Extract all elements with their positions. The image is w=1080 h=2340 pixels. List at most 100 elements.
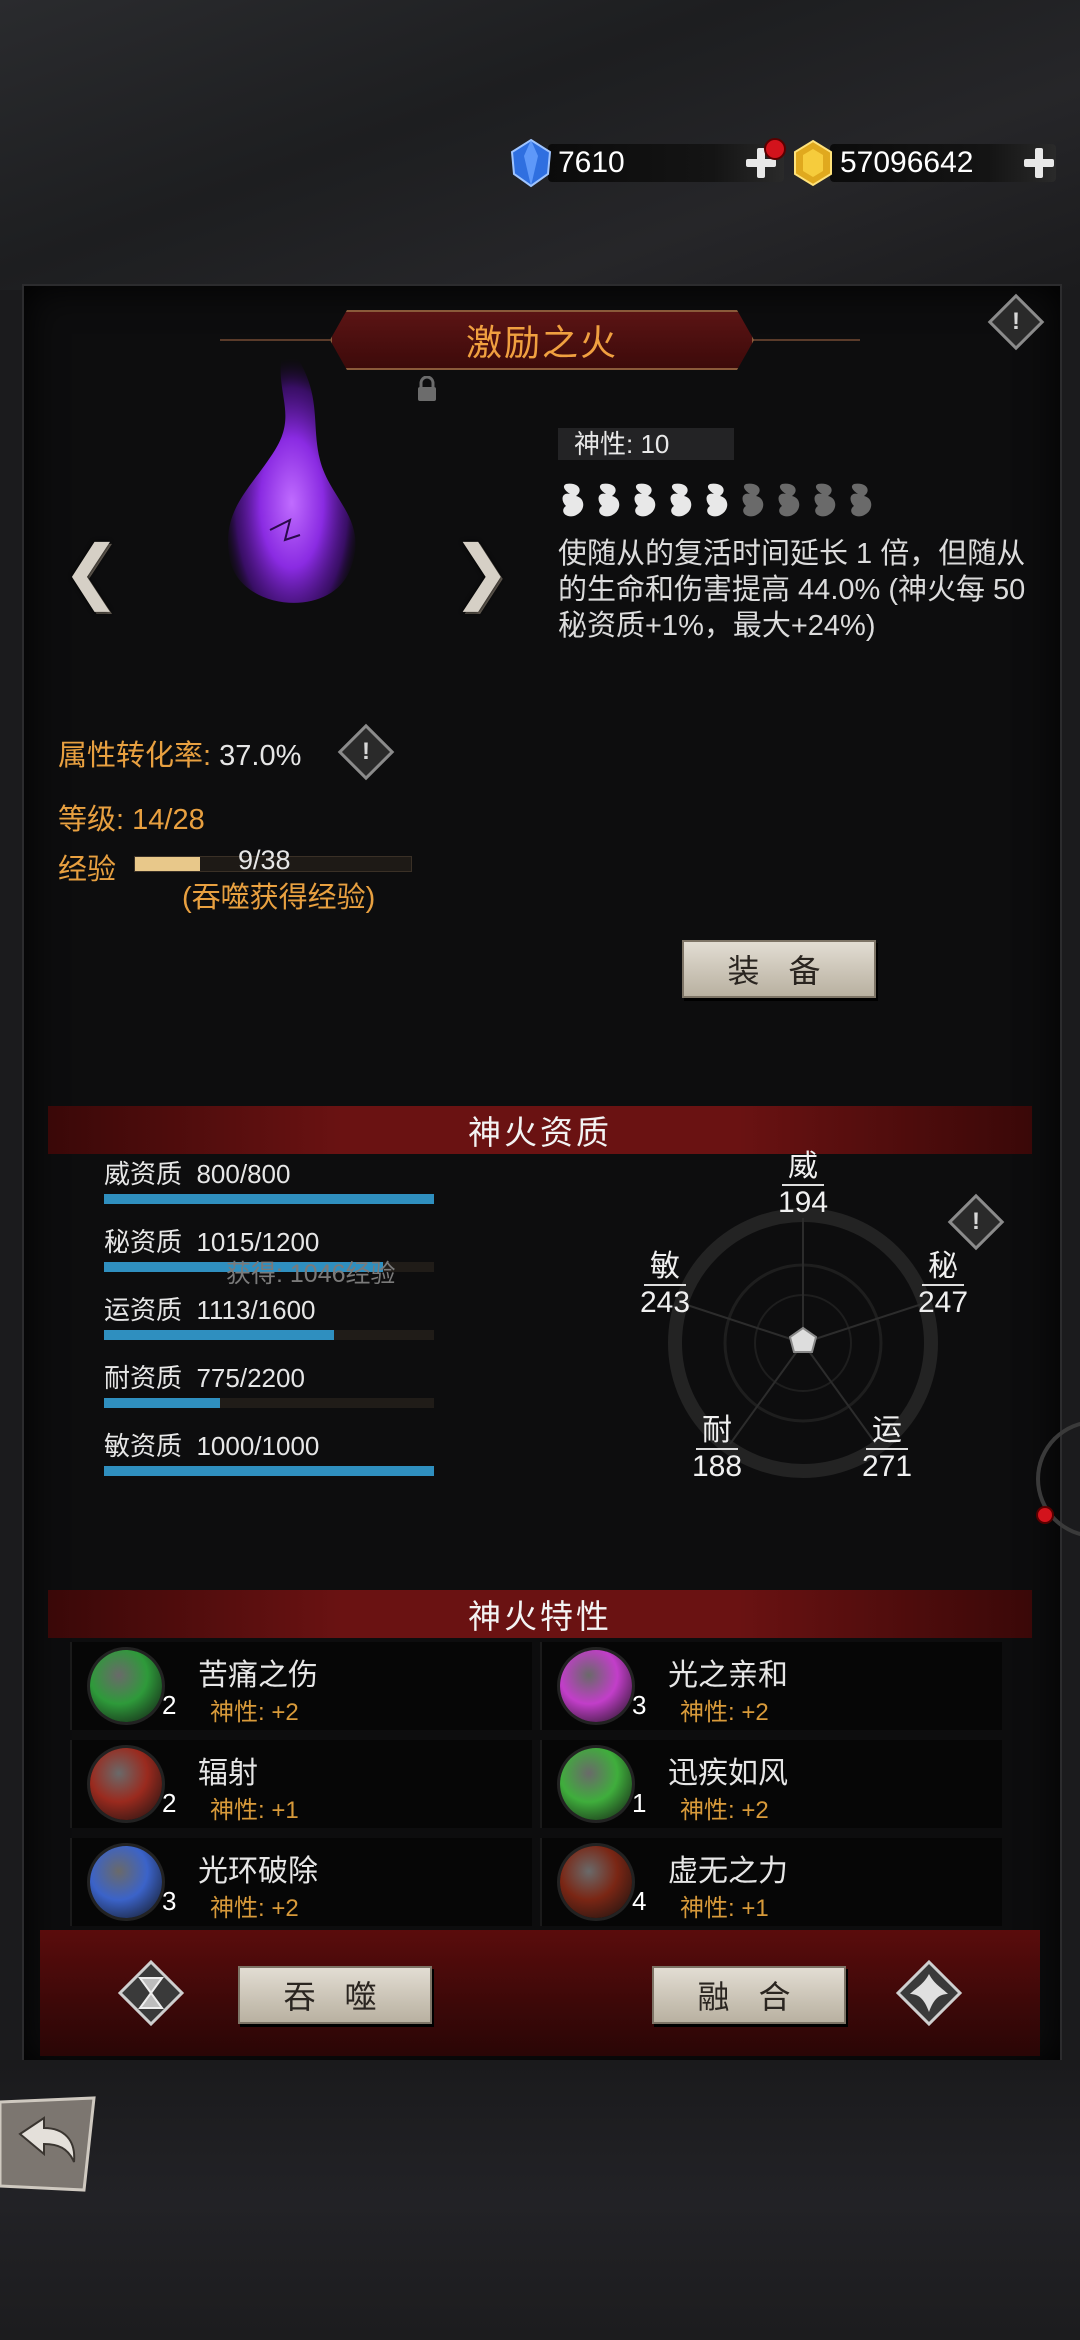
gold-currency: 57096642 [790, 138, 1060, 188]
divinity-label: 神性: 10 [558, 428, 734, 460]
aptitude-value: 1000/1000 [196, 1431, 320, 1461]
aptitude-bar-fill [104, 1194, 434, 1204]
aptitude-bar-fill [104, 1330, 334, 1340]
aptitude-name: 运资质 [104, 1295, 183, 1325]
radar-axis-label: 秘 247 [908, 1250, 978, 1320]
trait-divinity: 神性: +2 [680, 1797, 769, 1824]
trait-card[interactable]: 4 虚无之力 神性: +1 [540, 1838, 1002, 1926]
trait-divinity: 神性: +1 [680, 1895, 769, 1922]
exp-label: 经验 [58, 854, 117, 886]
radar-axis-name: 耐 [696, 1414, 738, 1450]
previous-arrow-button[interactable]: ❮ [62, 530, 121, 612]
lightning-ring-icon [90, 1846, 162, 1918]
trait-level: 2 [162, 1788, 177, 1818]
aptitude-row: 敏资质 1000/1000 [104, 1430, 434, 1476]
aptitude-value: 775/2200 [196, 1363, 305, 1393]
trait-name: 迅疾如风 [668, 1757, 788, 1790]
radar-axis-value: 243 [639, 1286, 691, 1319]
radar-axis-name: 秘 [922, 1250, 964, 1286]
aptitude-bar [104, 1194, 434, 1204]
level-value: 14/28 [132, 804, 205, 836]
aptitude-label: 威资质 800/800 [104, 1158, 434, 1190]
trait-card[interactable]: 1 迅疾如风神性: +2 [540, 1740, 1002, 1828]
conversion-rate-label: 属性转化率: [58, 740, 220, 772]
radar-axis-value: 188 [691, 1450, 743, 1483]
trait-name: 苦痛之伤 [198, 1659, 318, 1692]
divinity-token-filled-icon [670, 483, 692, 517]
lock-icon[interactable] [416, 376, 438, 402]
divinity-token-filled-icon [706, 483, 728, 517]
add-gold-button[interactable] [1022, 146, 1056, 180]
trait-card[interactable]: 2 辐射 神性: +1 [70, 1740, 532, 1828]
trait-name: 辐射 [198, 1757, 258, 1790]
aptitude-name: 秘资质 [104, 1227, 183, 1257]
hourglass-icon[interactable] [116, 1958, 186, 2028]
trait-card[interactable]: 3 光环破除 神性: +2 [70, 1838, 532, 1926]
aptitude-row: 运资质 1113/1600 [104, 1294, 434, 1340]
radar-axis-value: 271 [861, 1450, 913, 1483]
devour-button[interactable]: 吞 噬 [238, 1966, 432, 2024]
trait-level: 4 [632, 1886, 647, 1916]
wind-swirl-icon [560, 1748, 632, 1820]
notification-dot [764, 138, 786, 160]
divinity-token-filled-icon [634, 483, 656, 517]
exp-gain-floating-text: 获得: 1046经验 [226, 1260, 396, 1288]
void-egg-icon [560, 1846, 632, 1918]
aptitude-label: 耐资质 775/2200 [104, 1362, 434, 1394]
level-stat: 等级: 14/28 [58, 796, 205, 838]
radar-axis-name: 运 [866, 1414, 908, 1450]
trait-level: 2 [162, 1690, 177, 1720]
next-arrow-button[interactable]: ❯ [452, 530, 511, 612]
radar-axis-name: 威 [782, 1150, 824, 1186]
traits-section-header: 神火特性 [48, 1590, 1032, 1638]
trait-level: 3 [162, 1886, 177, 1916]
aptitude-name: 威资质 [104, 1159, 183, 1189]
aptitude-bar-fill [104, 1466, 434, 1476]
aptitude-value: 800/800 [196, 1159, 291, 1189]
divinity-token-empty-icon [850, 483, 872, 517]
radiation-icon [90, 1748, 162, 1820]
trait-level: 1 [632, 1788, 647, 1818]
fire-name: 激励之火 [465, 322, 618, 363]
aptitude-bar [104, 1466, 434, 1476]
exp-bar-fill [135, 857, 201, 871]
fire-name-plate: 激励之火 [330, 310, 754, 370]
conversion-rate-value: 37.0% [219, 740, 302, 772]
aptitude-label: 敏资质 1000/1000 [104, 1430, 434, 1462]
aptitude-row: 耐资质 775/2200 [104, 1362, 434, 1408]
aptitude-value: 1015/1200 [196, 1227, 320, 1257]
aptitude-bar-fill [104, 1398, 221, 1408]
poison-skull-icon [90, 1650, 162, 1722]
aptitude-name: 耐资质 [104, 1363, 183, 1393]
gold-coin-icon [794, 139, 832, 187]
radar-axis-label: 运 271 [852, 1414, 922, 1484]
aptitude-label: 运资质 1113/1600 [104, 1294, 434, 1326]
name-line-right [750, 339, 860, 341]
back-button[interactable] [0, 2094, 100, 2194]
radar-axis-value: 194 [777, 1186, 829, 1219]
radar-axis-label: 威 194 [768, 1150, 838, 1220]
crystal-currency: 7610 [508, 138, 786, 188]
divinity-token-filled-icon [562, 483, 584, 517]
purple-fire-image [228, 340, 356, 603]
trait-card[interactable]: 2 苦痛之伤神性: +2 [70, 1642, 532, 1730]
gold-amount: 57096642 [840, 146, 974, 179]
fire-description: 使随从的复活时间延长 1 倍，但随从的生命和伤害提高 44.0% (神火每 50… [558, 538, 1026, 642]
aptitude-title: 神火资质 [468, 1114, 612, 1151]
trait-divinity: 神性: +2 [210, 1699, 299, 1726]
trait-card[interactable]: 3 光之亲和 神性: +2 [540, 1642, 1002, 1730]
fuse-button[interactable]: 融 合 [652, 1966, 846, 2024]
side-tab-notification-dot [1036, 1506, 1054, 1524]
divinity-tokens [558, 480, 876, 520]
equip-button[interactable]: 装 备 [682, 940, 876, 998]
trait-level: 3 [632, 1690, 647, 1720]
lightning-orb-icon [560, 1650, 632, 1722]
blue-crystal-icon [510, 138, 552, 188]
radar-axis-label: 敏 243 [630, 1250, 700, 1320]
fuse-emblem-icon[interactable] [894, 1958, 964, 2028]
level-label: 等级: [58, 804, 133, 836]
radar-axis-label: 耐 188 [682, 1414, 752, 1484]
conversion-rate: 属性转化率: 37.0% [58, 732, 301, 774]
exp-value: 9/38 [238, 845, 291, 875]
trait-name: 光环破除 [198, 1855, 318, 1888]
